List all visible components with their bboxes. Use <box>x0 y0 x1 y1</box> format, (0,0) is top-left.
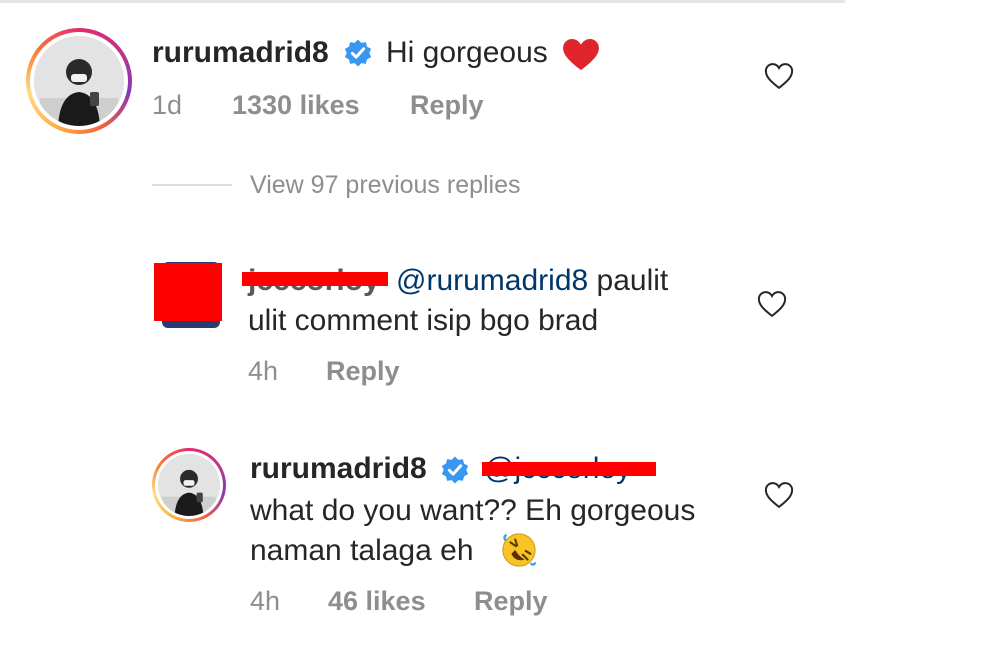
reply-button[interactable]: Reply <box>474 586 548 617</box>
reply-text-line2: ulit comment isip bgo brad <box>248 304 599 337</box>
reply-text-line1: what do you want?? Eh gorgeous <box>250 494 696 527</box>
comment-username[interactable]: rurumadrid8 <box>152 36 329 70</box>
red-heart-emoji <box>563 38 599 71</box>
reply-time: 4h <box>250 586 281 616</box>
avatar-story-ring[interactable] <box>26 28 132 134</box>
view-replies-line <box>152 184 232 186</box>
verified-badge-icon <box>344 39 372 67</box>
view-previous-replies-button[interactable]: View 97 previous replies <box>250 171 521 200</box>
redaction-box <box>154 263 222 321</box>
reply-button[interactable]: Reply <box>326 356 400 387</box>
reply-mention[interactable]: @rurumadrid8 <box>396 264 588 297</box>
top-divider <box>0 0 845 3</box>
reply-username[interactable]: rurumadrid8 <box>250 452 427 486</box>
comment-time: 1d <box>152 90 183 120</box>
reply-text-line1: @rurumadrid8 paulit <box>396 264 669 297</box>
redaction-bar <box>242 272 388 286</box>
rolling-on-floor-laughing-emoji <box>502 533 537 567</box>
avatar-story-ring[interactable] <box>152 448 226 522</box>
comment-likes[interactable]: 1330 likes <box>232 90 360 121</box>
redaction-bar <box>482 462 656 476</box>
heart-outline-icon[interactable] <box>757 290 787 318</box>
avatar <box>34 36 124 126</box>
comments-panel: rurumadrid8 Hi gorgeous 1d 1330 likes Re… <box>0 0 845 654</box>
comment-reply-button[interactable]: Reply <box>410 90 484 121</box>
comment-text: Hi gorgeous <box>386 36 548 69</box>
reply-time: 4h <box>248 356 279 386</box>
avatar <box>158 454 220 516</box>
heart-outline-icon[interactable] <box>764 62 794 90</box>
reply-text-line2: naman talaga eh <box>250 534 474 567</box>
verified-badge-icon <box>441 456 469 484</box>
reply-likes[interactable]: 46 likes <box>328 586 426 617</box>
heart-outline-icon[interactable] <box>764 481 794 509</box>
